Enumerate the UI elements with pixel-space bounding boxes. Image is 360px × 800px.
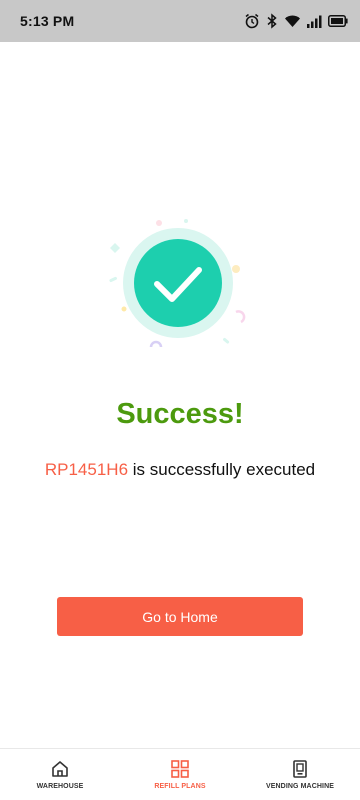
- signal-icon: [307, 15, 322, 28]
- go-to-home-button[interactable]: Go to Home: [57, 597, 303, 636]
- nav-item-warehouse[interactable]: WAREHOUSE: [0, 749, 120, 800]
- nav-label-vending-machine: VENDING MACHINE: [265, 783, 334, 790]
- nav-label-warehouse: WAREHOUSE: [36, 783, 84, 790]
- bluetooth-icon: [267, 13, 277, 29]
- success-check-icon: [109, 219, 246, 348]
- alarm-icon: [245, 13, 259, 29]
- vending-machine-icon: [293, 760, 307, 778]
- success-title: Success!: [116, 398, 244, 430]
- message-text: is successfully executed: [128, 460, 316, 479]
- plan-code: RP1451H6: [44, 460, 129, 479]
- battery-icon: [328, 15, 348, 27]
- success-illustration: [0, 212, 360, 362]
- nav-item-refill-plans[interactable]: REFILL PLANS: [120, 749, 240, 800]
- status-bar: 5:13 PM: [0, 0, 360, 42]
- nav-label-refill-plans: REFILL PLANS: [154, 783, 206, 790]
- status-icons: [244, 13, 348, 29]
- wifi-icon: [285, 15, 300, 27]
- home-icon: [52, 761, 68, 777]
- bottom-nav: WAREHOUSE REFILL PLANS VENDING MACHINE: [0, 748, 360, 800]
- grid-icon: [171, 760, 189, 778]
- status-time: 5:13 PM: [20, 13, 75, 29]
- success-message: RP1451H6 is successfully executed: [0, 460, 360, 480]
- nav-item-vending-machine[interactable]: VENDING MACHINE: [240, 749, 360, 800]
